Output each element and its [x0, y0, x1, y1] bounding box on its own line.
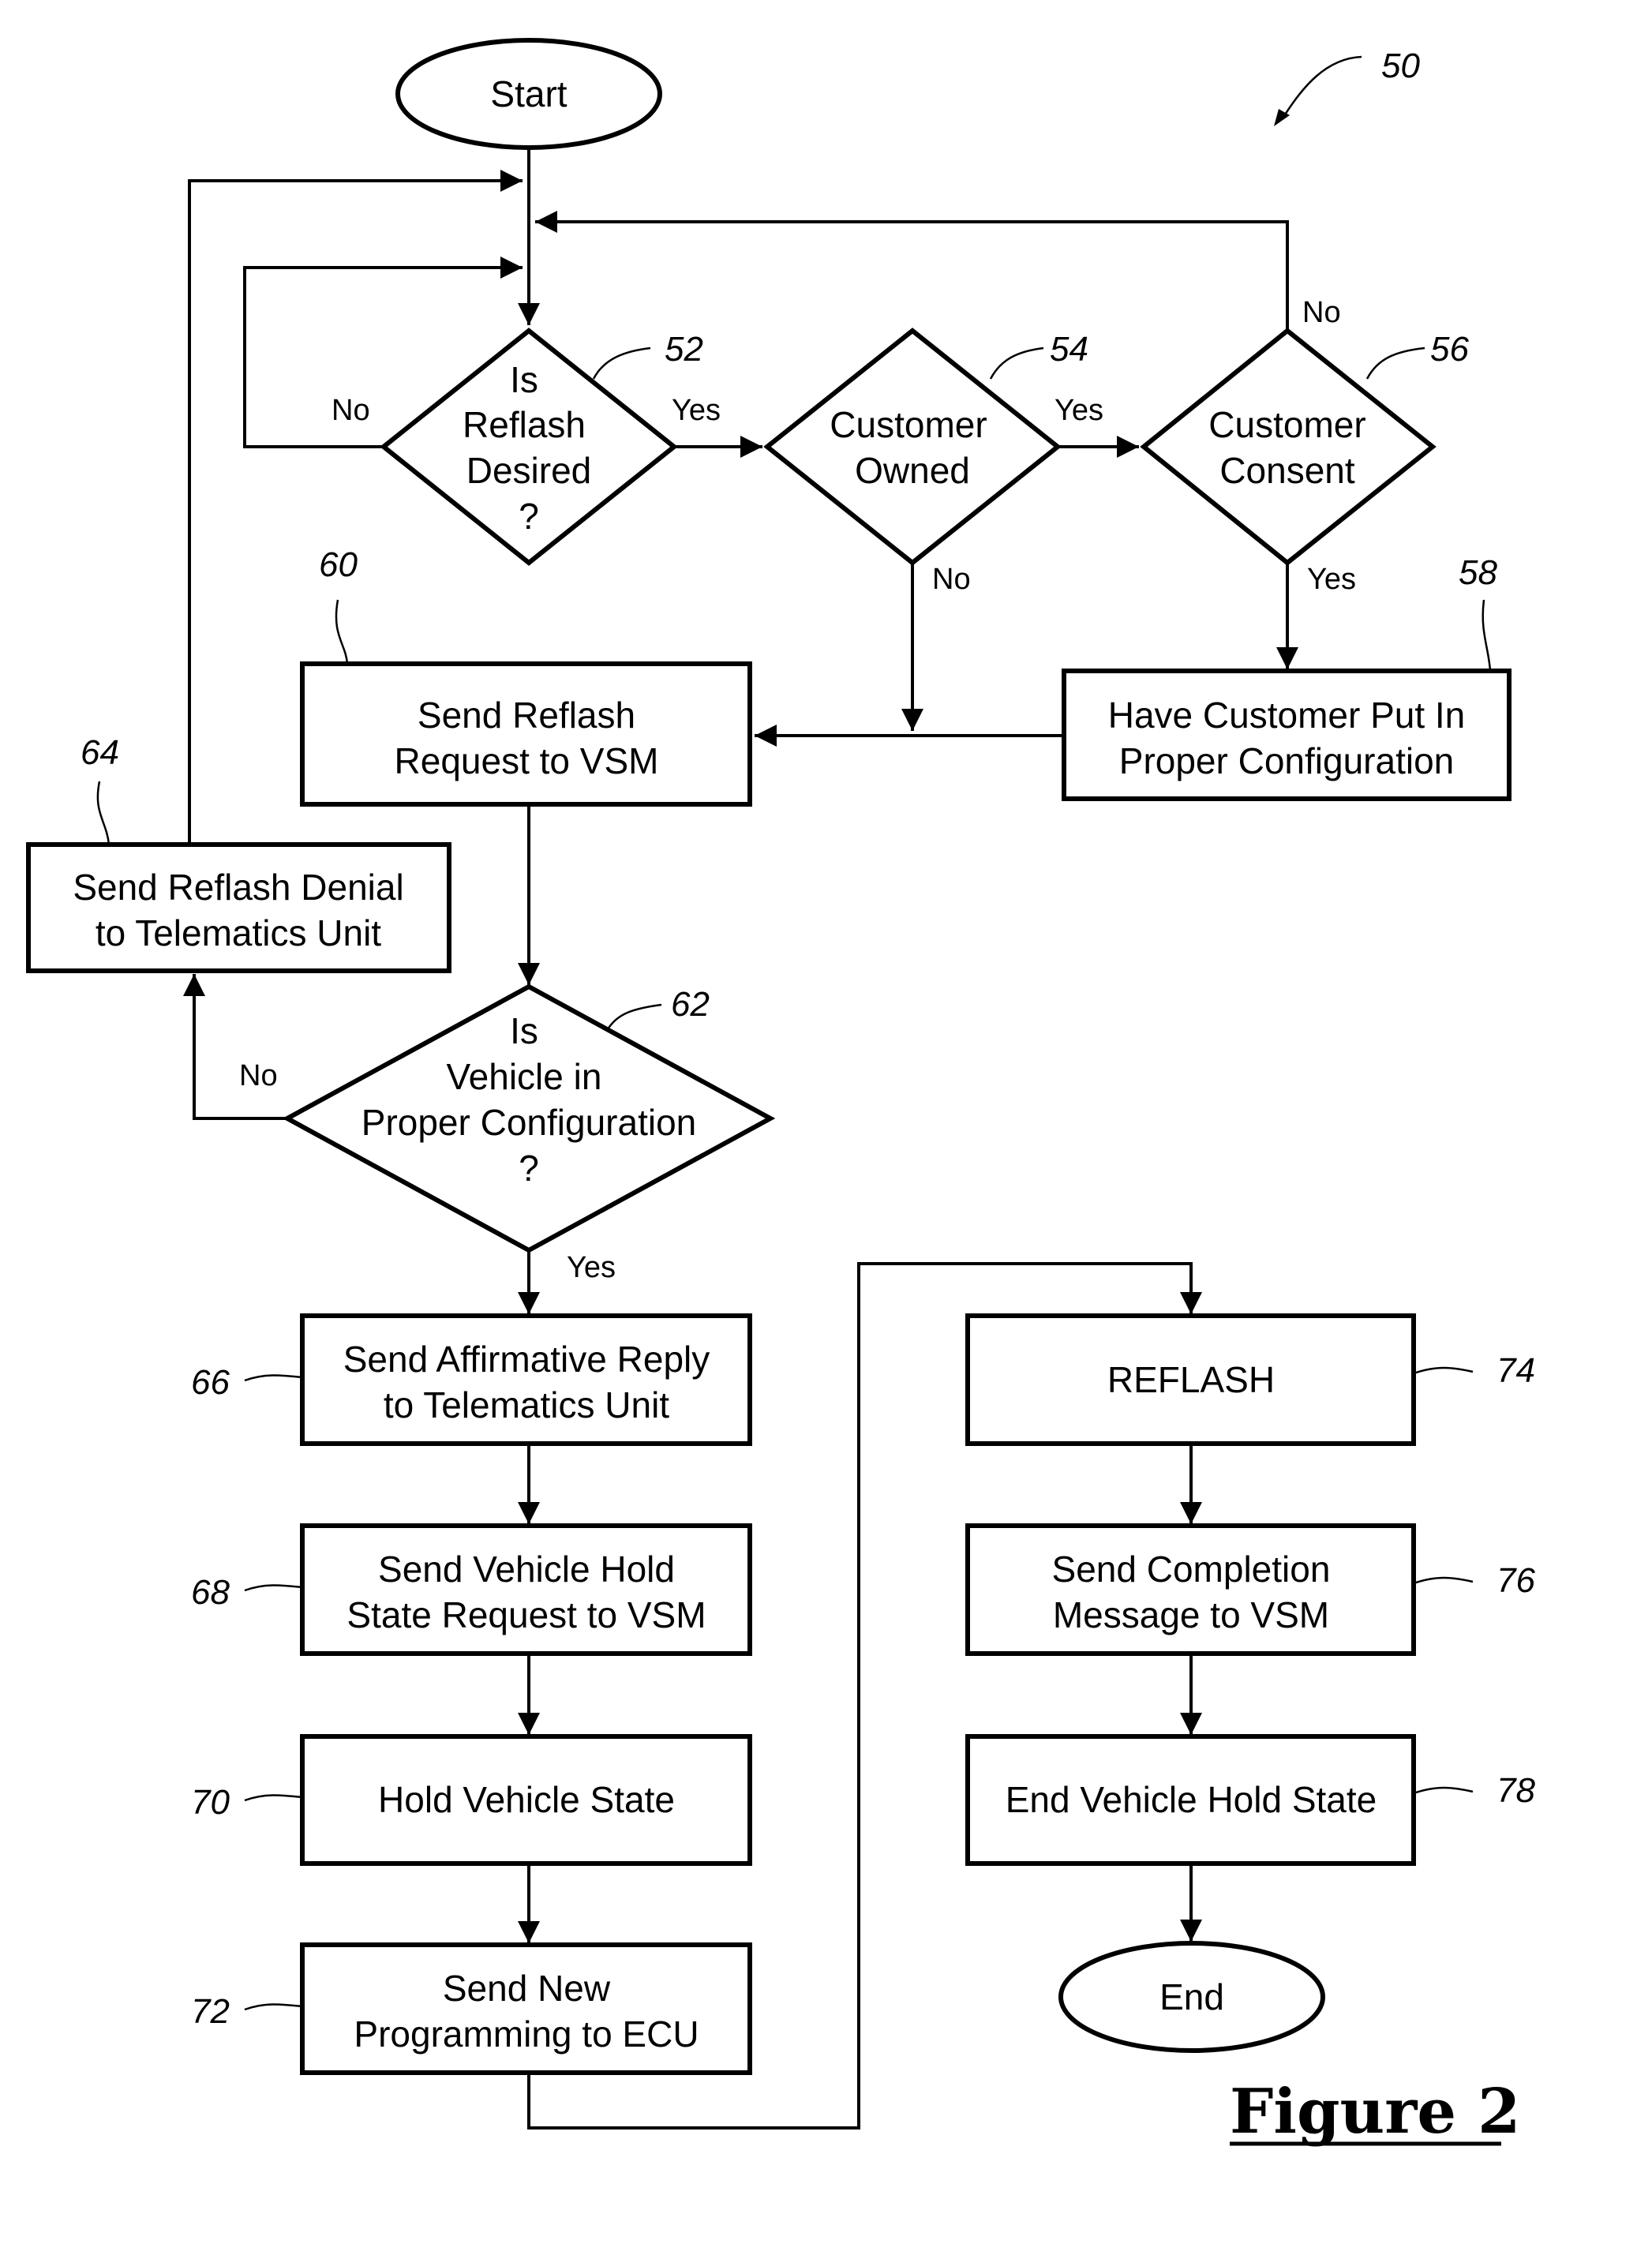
label-62-yes: Yes: [567, 1251, 616, 1284]
leader-58: [1482, 599, 1492, 672]
leader-74: [1413, 1366, 1474, 1375]
edge-62-no-to-64: [183, 974, 287, 1120]
process-send-hold-request: Send Vehicle Hold State Request to VSM: [300, 1523, 752, 1656]
process-send-reflash-request: Send Reflash Request to VSM: [300, 661, 752, 807]
label-54-yes: Yes: [1055, 394, 1103, 427]
process-64-line-1: Send Reflash Denial: [73, 867, 403, 908]
leader-62: [606, 1003, 662, 1030]
leader-70: [244, 1794, 303, 1802]
process-60-line-2: Request to VSM: [395, 740, 659, 781]
ref-74: 74: [1497, 1351, 1535, 1390]
ref-64: 64: [81, 733, 119, 772]
leader-78: [1413, 1786, 1474, 1795]
process-64-line-2: to Telematics Unit: [96, 912, 381, 953]
end-terminal: End: [1058, 1941, 1325, 2053]
reference-numerals: 50 52 54 56 58 60 64 62 66 68 70 72 74 7…: [81, 47, 1535, 2031]
label-56-no: No: [1302, 296, 1341, 329]
decision-52-line-1: Is: [510, 359, 538, 400]
leader-50: [1281, 55, 1362, 119]
start-label: Start: [490, 73, 567, 114]
process-74-line-1: REFLASH: [1107, 1359, 1275, 1400]
figure-title: Figure 2: [1230, 2076, 1520, 2148]
leader-66: [244, 1374, 303, 1382]
decision-vehicle-configuration: Is Vehicle in Proper Configuration ?: [282, 983, 776, 1253]
leader-52: [592, 346, 651, 380]
ref-58: 58: [1459, 553, 1497, 592]
process-70-line-1: Hold Vehicle State: [378, 1779, 675, 1820]
leader-68: [244, 1584, 303, 1592]
decision-62-line-1: Is: [510, 1010, 538, 1051]
process-58-line-1: Have Customer Put In: [1108, 695, 1466, 736]
decision-52-line-3: Desired: [466, 450, 592, 491]
process-send-affirmative-reply: Send Affirmative Reply to Telematics Uni…: [300, 1313, 752, 1446]
process-68-line-1: Send Vehicle Hold: [378, 1549, 675, 1590]
process-end-hold-state: End Vehicle Hold State: [965, 1734, 1416, 1866]
nodes: Start Is Reflash Desired ? Customer Owne…: [26, 38, 1512, 2075]
process-66-line-2: to Telematics Unit: [384, 1384, 669, 1425]
leader-60: [335, 599, 349, 665]
label-62-no: No: [239, 1059, 278, 1092]
ref-66: 66: [191, 1363, 230, 1402]
flowchart: No Yes Yes No No Yes No Yes Start Is Ref…: [26, 38, 1535, 2148]
decision-customer-consent: Customer Consent: [1140, 328, 1437, 566]
ref-56: 56: [1430, 330, 1469, 369]
decision-54-line-2: Owned: [855, 450, 970, 491]
ref-72: 72: [191, 1992, 230, 2031]
process-72-line-1: Send New: [443, 1968, 611, 2009]
decision-56-line-2: Consent: [1219, 450, 1355, 491]
leader-54: [989, 346, 1044, 380]
decision-customer-owned: Customer Owned: [763, 328, 1062, 566]
label-52-yes: Yes: [672, 394, 721, 427]
decision-62-line-4: ?: [519, 1148, 539, 1189]
process-72-line-2: Programming to ECU: [354, 2013, 699, 2055]
process-hold-vehicle-state: Hold Vehicle State: [300, 1734, 752, 1866]
leader-72: [244, 2003, 303, 2011]
process-76-line-2: Message to VSM: [1053, 1594, 1329, 1635]
decision-52-line-2: Reflash: [463, 404, 586, 445]
label-54-no: No: [932, 563, 971, 596]
decision-62-line-3: Proper Configuration: [361, 1102, 696, 1143]
edge-56-no-to-52: [535, 211, 1289, 331]
process-58-line-2: Proper Configuration: [1119, 740, 1454, 781]
ref-68: 68: [191, 1573, 230, 1612]
label-56-yes: Yes: [1307, 563, 1356, 596]
process-reflash: REFLASH: [965, 1313, 1416, 1446]
process-66-line-1: Send Affirmative Reply: [343, 1339, 710, 1380]
process-78-line-1: End Vehicle Hold State: [1006, 1779, 1377, 1820]
decision-56-line-1: Customer: [1208, 404, 1365, 445]
leader-64: [96, 781, 111, 845]
ref-70: 70: [191, 1783, 230, 1822]
decision-52-line-4: ?: [519, 496, 539, 537]
ref-78: 78: [1497, 1771, 1535, 1810]
leader-76: [1413, 1576, 1474, 1585]
process-76-line-1: Send Completion: [1052, 1549, 1331, 1590]
start-terminal: Start: [395, 38, 662, 150]
decision-62-line-2: Vehicle in: [447, 1056, 602, 1097]
ref-76: 76: [1497, 1561, 1535, 1600]
end-label: End: [1159, 1976, 1224, 2017]
ref-52: 52: [665, 330, 703, 369]
process-60-line-1: Send Reflash: [418, 695, 635, 736]
process-68-line-2: State Request to VSM: [347, 1594, 706, 1635]
decision-54-line-1: Customer: [830, 404, 987, 445]
label-52-no: No: [332, 394, 370, 427]
process-send-completion: Send Completion Message to VSM: [965, 1523, 1416, 1656]
process-send-new-programming: Send New Programming to ECU: [300, 1942, 752, 2075]
figure-caption: Figure 2: [1230, 2076, 1520, 2148]
ref-54: 54: [1050, 330, 1088, 369]
ref-60: 60: [319, 545, 358, 584]
ref-62: 62: [671, 985, 710, 1024]
leader-56: [1365, 346, 1425, 380]
process-send-reflash-denial: Send Reflash Denial to Telematics Unit: [26, 842, 451, 973]
process-customer-configure: Have Customer Put In Proper Configuratio…: [1062, 669, 1512, 801]
decision-reflash-desired: Is Reflash Desired ?: [380, 328, 678, 566]
ref-50: 50: [1381, 47, 1420, 85]
